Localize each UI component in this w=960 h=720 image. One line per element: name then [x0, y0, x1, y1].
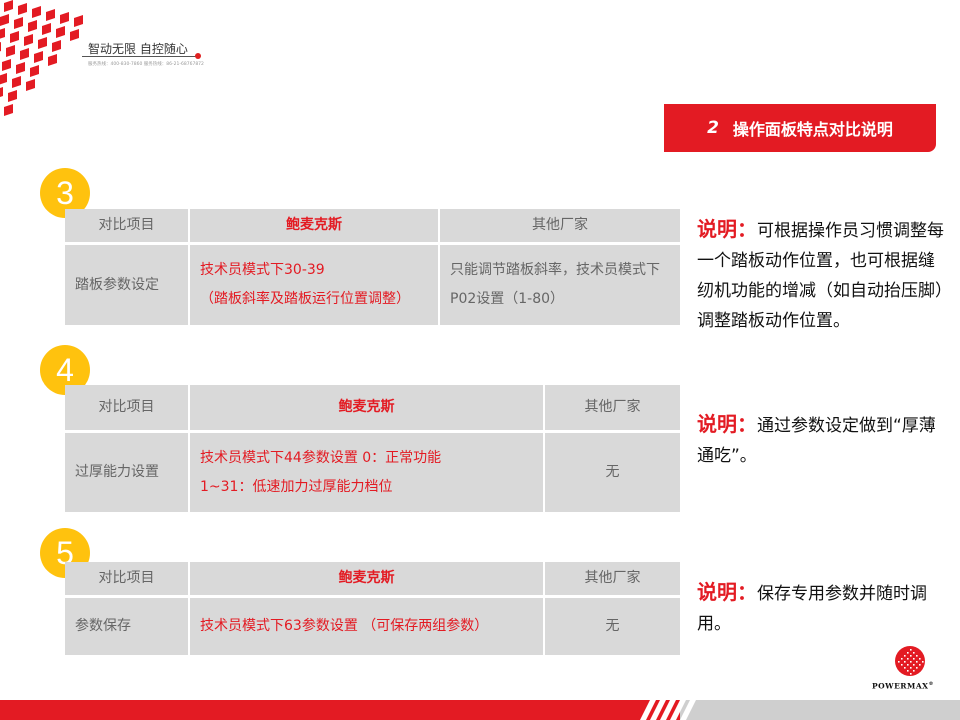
- corner-decoration: [0, 0, 83, 116]
- corner-block: [0, 14, 9, 26]
- row-ours-line: 技术员模式下30-39: [200, 262, 325, 278]
- corner-block: [74, 15, 83, 27]
- header-others: 其他厂家: [440, 209, 680, 245]
- header-ours: 鲍麦克斯: [190, 209, 440, 245]
- note-save: 说明：保存专用参数并随时调用。: [697, 577, 947, 639]
- comparison-table-pedal: 对比项目 鲍麦克斯 其他厂家 踏板参数设定 技术员模式下30-39 （踏板斜率及…: [65, 209, 680, 325]
- row-ours: 技术员模式下30-39 （踏板斜率及踏板运行位置调整）: [190, 245, 440, 325]
- brand-slogan: 智动无限 自控随心: [88, 42, 188, 56]
- corner-block: [38, 37, 47, 49]
- row-ours-line: （踏板斜率及踏板运行位置调整）: [200, 291, 410, 307]
- note-label: 说明：: [697, 580, 757, 604]
- header-item: 对比项目: [65, 562, 190, 598]
- corner-block: [0, 42, 1, 52]
- header-others: 其他厂家: [545, 562, 680, 598]
- logo-text: POWERMAX®: [872, 681, 934, 691]
- slogan-dot: [195, 53, 201, 59]
- row-ours: 技术员模式下44参数设置 0：正常功能 1~31：低速加力过厚能力档位: [190, 433, 545, 512]
- row-others: 无: [545, 433, 680, 512]
- service-hotline: 服务热线：400-830-7860 服务热线：86-21-68767872: [88, 62, 204, 67]
- note-label: 说明：: [697, 412, 757, 436]
- corner-block: [52, 40, 61, 52]
- row-ours: 技术员模式下63参数设置 （可保存两组参数）: [190, 598, 545, 655]
- corner-block: [6, 45, 15, 57]
- corner-block: [34, 51, 43, 63]
- row-item: 踏板参数设定: [65, 245, 190, 325]
- corner-block: [4, 104, 13, 116]
- note-thickness: 说明：通过参数设定做到“厚薄通吃”。: [697, 409, 947, 471]
- header-ours: 鲍麦克斯: [190, 562, 545, 598]
- corner-block: [32, 6, 41, 18]
- corner-block: [60, 12, 69, 24]
- row-others: 无: [545, 598, 680, 655]
- corner-block: [0, 28, 5, 39]
- corner-block: [10, 31, 19, 43]
- header-item: 对比项目: [65, 209, 190, 245]
- corner-block: [26, 79, 35, 91]
- corner-block: [0, 87, 3, 97]
- corner-block: [48, 54, 57, 66]
- header-others: 其他厂家: [545, 385, 680, 433]
- note-label: 说明：: [697, 217, 757, 241]
- corner-block: [12, 76, 21, 88]
- header-ours: 鲍麦克斯: [190, 385, 545, 433]
- comparison-table-save: 对比项目 鲍麦克斯 其他厂家 参数保存 技术员模式下63参数设置 （可保存两组参…: [65, 562, 680, 655]
- corner-block: [0, 73, 7, 85]
- section-number: 2: [707, 118, 719, 138]
- corner-block: [18, 3, 27, 15]
- row-item: 过厚能力设置: [65, 433, 190, 512]
- row-item: 参数保存: [65, 598, 190, 655]
- footer-stripe: [0, 700, 960, 720]
- comparison-table-thickness: 对比项目 鲍麦克斯 其他厂家 过厚能力设置 技术员模式下44参数设置 0：正常功…: [65, 385, 680, 512]
- powermax-logo-icon: [895, 646, 925, 676]
- corner-block: [4, 0, 13, 12]
- corner-block: [20, 48, 29, 60]
- corner-block: [24, 34, 33, 46]
- corner-block: [16, 62, 25, 74]
- section-header: 2 操作面板特点对比说明: [664, 104, 936, 152]
- corner-block: [42, 23, 51, 35]
- slogan-underline: [82, 56, 198, 57]
- row-others: 只能调节踏板斜率，技术员模式下P02设置（1-80）: [440, 245, 680, 325]
- section-title: 操作面板特点对比说明: [732, 120, 893, 139]
- corner-block: [14, 17, 23, 29]
- row-ours-line: 技术员模式下44参数设置 0：正常功能: [200, 449, 442, 466]
- corner-block: [2, 59, 11, 71]
- corner-block: [30, 65, 39, 77]
- note-pedal: 说明：可根据操作员习惯调整每一个踏板动作位置，也可根据缝纫机功能的增减（如自动抬…: [697, 214, 947, 336]
- header-item: 对比项目: [65, 385, 190, 433]
- row-ours-line: 1~31：低速加力过厚能力档位: [200, 478, 393, 495]
- corner-block: [70, 29, 79, 41]
- corner-block: [46, 9, 55, 21]
- corner-block: [8, 90, 17, 102]
- corner-block: [56, 26, 65, 38]
- corner-block: [28, 20, 37, 32]
